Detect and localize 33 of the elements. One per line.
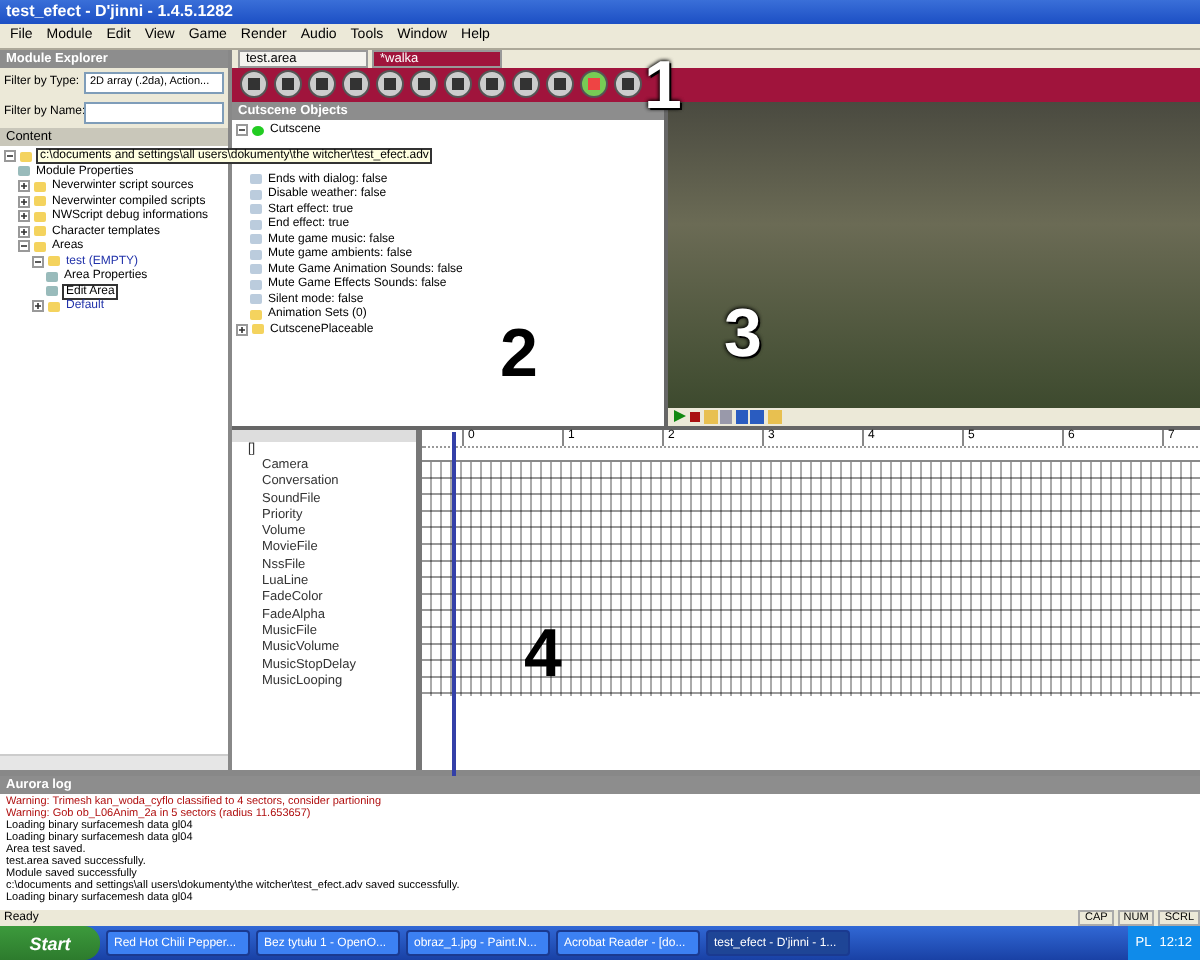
expand-toggle[interactable] xyxy=(18,195,30,208)
collapse-toggle[interactable] xyxy=(18,240,30,253)
toolbar-tool-icon[interactable] xyxy=(410,70,438,99)
expand-toggle[interactable] xyxy=(18,210,30,223)
start-button[interactable]: Start xyxy=(0,926,100,960)
cutscene-icon xyxy=(252,125,264,136)
window-title: test_efect - D'jinni - 1.4.5.1282 xyxy=(0,0,1200,24)
stop-icon[interactable] xyxy=(690,411,700,422)
toolbar-tool-icon[interactable] xyxy=(478,70,506,99)
collapse-toggle[interactable] xyxy=(4,150,16,163)
toolbar-tool-icon[interactable] xyxy=(580,70,608,99)
toolbar-tool-icon[interactable] xyxy=(240,70,268,99)
collapse-toggle[interactable] xyxy=(32,255,44,268)
toolbar-tool-icon[interactable] xyxy=(342,70,370,99)
expand-toggle[interactable] xyxy=(18,180,30,193)
expand-toggle[interactable] xyxy=(236,323,248,336)
toolbar-tool-icon[interactable] xyxy=(444,70,472,99)
toolbar-tool-icon[interactable] xyxy=(546,70,574,99)
toolbar-tool-icon[interactable] xyxy=(614,70,642,99)
toolbar-icons[interactable] xyxy=(704,409,764,424)
expand-toggle[interactable] xyxy=(18,225,30,238)
toolbar-tool-icon[interactable] xyxy=(308,70,336,99)
toolbar-tool-icon[interactable] xyxy=(512,70,540,99)
collapse-toggle[interactable] xyxy=(236,124,248,137)
annotation-number: 2 xyxy=(500,320,538,388)
toolbar-tool-icon[interactable] xyxy=(274,70,302,99)
scrollbar[interactable] xyxy=(0,754,228,770)
annotation-number: 3 xyxy=(724,300,762,368)
toolbar-tool-icon[interactable] xyxy=(376,70,404,99)
annotation-number: 4 xyxy=(524,620,562,688)
play-icon[interactable] xyxy=(674,410,686,423)
expand-toggle[interactable] xyxy=(32,300,44,313)
name-dropdown[interactable] xyxy=(84,101,224,124)
